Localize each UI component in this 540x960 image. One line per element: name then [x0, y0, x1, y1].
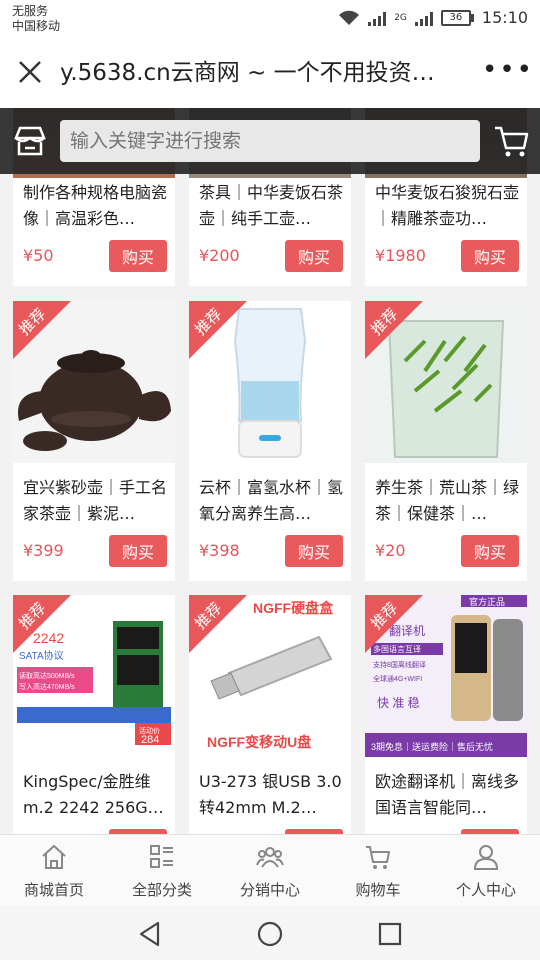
buy-button[interactable]: 购买	[461, 535, 519, 567]
more-menu-icon[interactable]: •••	[482, 57, 532, 84]
product-grid[interactable]: 制作各种规格电脑瓷像｜高温彩色… ¥50 购买 茶具｜中华麦饭石茶壶｜纯手工壶……	[0, 108, 540, 834]
users-icon	[256, 847, 284, 868]
product-price: ¥1980	[375, 246, 426, 265]
usb-top-text: NGFF硬盘盒	[253, 600, 334, 616]
product-image[interactable]: 推荐	[13, 301, 175, 463]
product-price: ¥200	[199, 246, 240, 265]
network-type: 2G	[394, 12, 407, 23]
browser-title-bar: y.5638.cn云商网 ~ 一个不用投资… •••	[0, 38, 540, 108]
ssd-read-text: 读取高达500MB/s	[19, 671, 75, 680]
signal-icon-2	[414, 10, 433, 26]
product-image[interactable]: 推荐	[189, 301, 351, 463]
battery-icon: 36	[440, 9, 474, 26]
translator-footer-text: 3期免息｜送运费险｜售后无忧	[371, 741, 493, 752]
product-name[interactable]: 中华麦饭石狻猊石壶｜精雕茶壶功…	[375, 180, 521, 232]
buy-button[interactable]: 购买	[109, 240, 167, 272]
product-card[interactable]: 官方正品 翻译机 多国语言互译 支持8国离线翻译 全球通4G+WIFI 快 准 …	[365, 595, 527, 834]
tab-categories[interactable]: 全部分类	[108, 835, 216, 906]
product-price: ¥398	[199, 541, 240, 560]
status-icons: 2G 36 15:10	[338, 8, 528, 27]
page-title: y.5638.cn云商网 ~ 一个不用投资…	[60, 60, 435, 86]
buy-button[interactable]: 购买	[285, 240, 343, 272]
status-bar: 无服务 中国移动 2G 36 15:10	[0, 0, 540, 38]
product-price: ¥399	[23, 541, 64, 560]
usb-bottom-text: NGFF变移动U盘	[207, 734, 311, 750]
store-icon[interactable]	[12, 124, 48, 158]
cart-icon[interactable]	[492, 122, 530, 160]
search-header	[0, 108, 540, 174]
translator-tag2-text: 支持8国离线翻译	[373, 660, 426, 669]
tab-label: 购物车	[355, 881, 401, 899]
buy-button[interactable]: 购买	[285, 535, 343, 567]
person-icon	[473, 845, 499, 870]
product-name[interactable]: 茶具｜中华麦饭石茶壶｜纯手工壶…	[199, 180, 345, 232]
product-price: ¥50	[23, 246, 54, 265]
categories-icon	[150, 845, 173, 868]
tab-home[interactable]: 商城首页	[0, 835, 108, 906]
tab-cart[interactable]: 购物车	[324, 835, 432, 906]
back-icon[interactable]	[136, 920, 164, 948]
home-circle-icon[interactable]	[256, 920, 284, 948]
bottom-tab-bar: 商城首页 全部分类 分销中心 购物车 个人中心	[0, 834, 540, 906]
product-name[interactable]: 制作各种规格电脑瓷像｜高温彩色…	[23, 180, 169, 232]
close-icon[interactable]	[14, 56, 46, 88]
tab-distribution[interactable]: 分销中心	[216, 835, 324, 906]
clock: 15:10	[481, 8, 528, 27]
search-input[interactable]	[60, 120, 480, 162]
buy-button[interactable]: 购买	[461, 240, 519, 272]
buy-button[interactable]: 购买	[109, 535, 167, 567]
product-name[interactable]: 养生茶｜荒山茶｜绿茶｜保健茶｜…	[375, 475, 521, 527]
tab-label: 分销中心	[239, 881, 300, 899]
product-name[interactable]: 宜兴紫砂壶｜手工名家茶壶｜紫泥…	[23, 475, 169, 527]
carrier-line-1: 无服务	[12, 4, 49, 18]
product-card[interactable]: 推荐 宜兴紫砂壶｜手工名家茶壶｜紫泥… ¥399 购买	[13, 301, 175, 581]
home-icon	[42, 844, 66, 869]
wifi-icon	[339, 10, 360, 25]
product-card[interactable]: 推荐 养生茶｜荒山茶｜绿茶｜保健茶｜… ¥20 购买	[365, 301, 527, 581]
translator-tag3-text: 全球通4G+WIFI	[373, 674, 422, 683]
signal-icon	[368, 10, 387, 26]
ssd-price-text: 284	[141, 734, 159, 746]
battery-level: 36	[440, 9, 471, 26]
product-card[interactable]: 2242 SATA协议 读取高达500MB/s 写入高达470MB/s 活动价 …	[13, 595, 175, 834]
ssd-write-text: 写入高达470MB/s	[19, 682, 75, 691]
translator-brand-text: 官方正品	[469, 596, 505, 607]
product-image[interactable]: NGFF硬盘盒 NGFF变移动U盘 推荐	[189, 595, 351, 757]
product-name[interactable]: 欧途翻译机｜离线多国语言智能同…	[375, 769, 521, 821]
product-image[interactable]: 2242 SATA协议 读取高达500MB/s 写入高达470MB/s 活动价 …	[13, 595, 175, 757]
product-card[interactable]: NGFF硬盘盒 NGFF变移动U盘 推荐 U3-273 银USB 3.0转42m…	[189, 595, 351, 834]
carrier-line-2: 中国移动	[12, 19, 61, 33]
product-image[interactable]: 官方正品 翻译机 多国语言互译 支持8国离线翻译 全球通4G+WIFI 快 准 …	[365, 595, 527, 757]
translator-slogan-text: 快 准 稳	[377, 695, 420, 710]
product-name[interactable]: U3-273 银USB 3.0转42mm M.2…	[199, 769, 345, 821]
product-card[interactable]: 推荐 云杯｜富氢水杯｜氢氧分离养生高… ¥398 购买	[189, 301, 351, 581]
cart-icon	[366, 846, 390, 869]
tab-label: 全部分类	[131, 881, 192, 899]
product-name[interactable]: 云杯｜富氢水杯｜氢氧分离养生高…	[199, 475, 345, 527]
carrier-info: 无服务 中国移动	[12, 4, 60, 34]
product-image[interactable]: 推荐	[365, 301, 527, 463]
tab-label: 个人中心	[455, 881, 516, 899]
system-nav-bar	[0, 906, 540, 960]
product-name[interactable]: KingSpec/金胜维m.2 2242 256G…	[23, 769, 169, 821]
product-price: ¥20	[375, 541, 406, 560]
recents-icon[interactable]	[376, 920, 404, 948]
tab-profile[interactable]: 个人中心	[432, 835, 540, 906]
tab-label: 商城首页	[23, 881, 84, 899]
